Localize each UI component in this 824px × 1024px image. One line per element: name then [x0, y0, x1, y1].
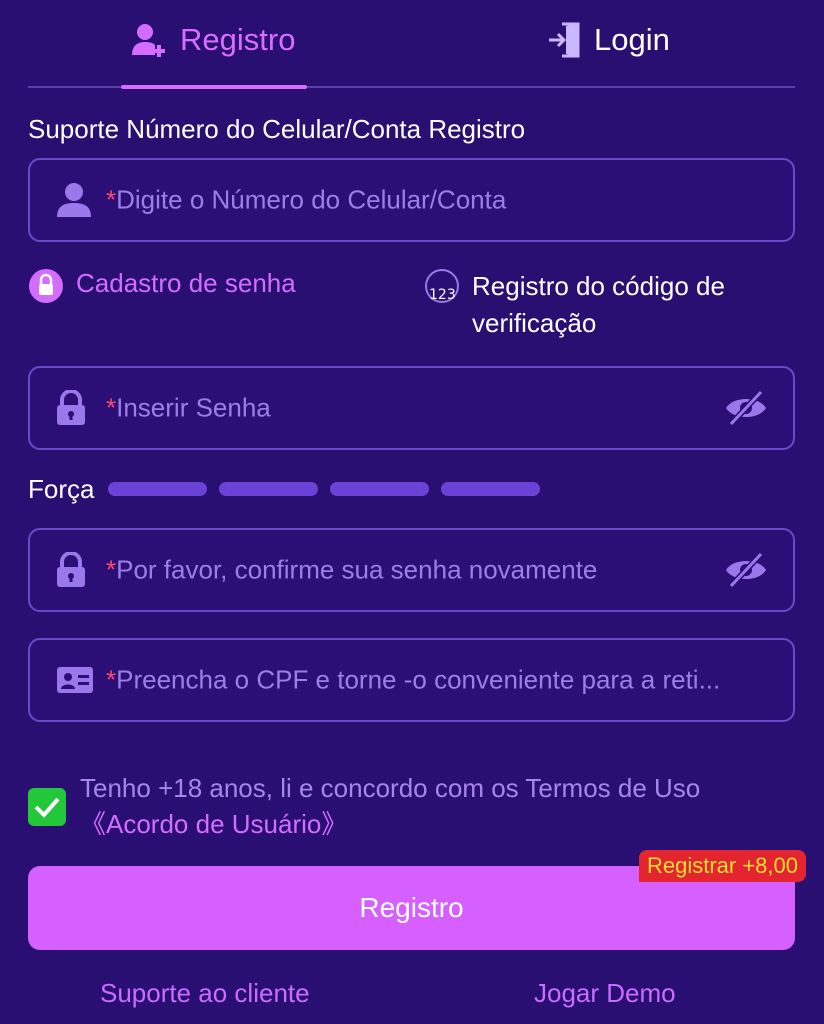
- tab-register-label: Registro: [180, 22, 296, 57]
- user-icon: [57, 183, 91, 217]
- tab-login-label: Login: [594, 22, 670, 57]
- add-user-icon: [132, 24, 165, 57]
- option-password-register[interactable]: Cadastro de senha: [28, 268, 296, 304]
- lock-icon: [57, 390, 85, 425]
- confirm-password-field[interactable]: *Por favor, confirme sua senha novamente: [28, 528, 795, 612]
- login-icon: [549, 22, 580, 58]
- tab-register[interactable]: Registro: [130, 18, 295, 62]
- strength-bar: [330, 482, 429, 496]
- support-label: Suporte Número do Celular/Conta Registro: [28, 114, 526, 144]
- user-agreement-link[interactable]: 《Acordo de Usuário》: [80, 809, 347, 839]
- active-tab-underline: [121, 85, 307, 89]
- strength-bar: [108, 482, 207, 496]
- cpf-field[interactable]: *Preencha o CPF e torne -o conveniente p…: [28, 638, 795, 722]
- account-placeholder: *Digite o Número do Celular/Conta: [106, 184, 507, 215]
- strength-bar: [219, 482, 318, 496]
- demo-link[interactable]: Jogar Demo: [534, 978, 676, 1009]
- confirm-placeholder: *Por favor, confirme sua senha novamente: [106, 554, 598, 585]
- option-password-label: Cadastro de senha: [76, 268, 296, 298]
- strength-meter: [108, 482, 540, 496]
- option-code-register[interactable]: 123 Registro do código de verificação: [424, 268, 725, 342]
- lock-badge-icon: [29, 269, 63, 303]
- register-page: Registro Login Suporte Número do Celular…: [0, 0, 824, 1024]
- tab-login[interactable]: Login: [548, 18, 670, 62]
- eye-off-icon[interactable]: [723, 390, 769, 426]
- password-field[interactable]: *Inserir Senha: [28, 366, 795, 450]
- check-icon: [34, 797, 60, 818]
- bonus-badge: Registrar +8,00: [638, 850, 806, 882]
- strength-bar: [441, 482, 540, 496]
- lock-icon: [57, 552, 85, 587]
- id-card-icon: [57, 667, 93, 693]
- eye-off-icon[interactable]: [723, 552, 769, 588]
- auth-tabs: Registro Login: [28, 0, 795, 89]
- password-placeholder: *Inserir Senha: [106, 392, 271, 423]
- option-code-label: Registro do código de verificação: [472, 271, 725, 338]
- strength-label: Força: [28, 474, 95, 504]
- terms-checkbox[interactable]: [28, 788, 66, 826]
- code-badge-text: 123: [429, 287, 456, 303]
- cpf-placeholder: *Preencha o CPF e torne -o conveniente p…: [106, 664, 721, 695]
- account-field[interactable]: *Digite o Número do Celular/Conta: [28, 158, 795, 242]
- customer-support-link[interactable]: Suporte ao cliente: [100, 978, 310, 1009]
- terms-text: Tenho +18 anos, li e concordo com os Ter…: [80, 773, 701, 839]
